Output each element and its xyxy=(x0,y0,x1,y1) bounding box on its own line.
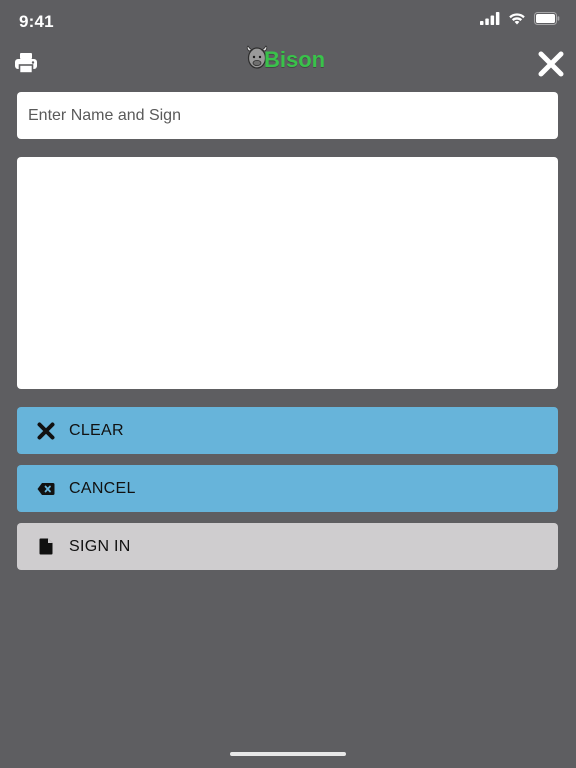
status-icons xyxy=(480,12,560,25)
cancel-label: CANCEL xyxy=(69,479,136,497)
clear-label: CLEAR xyxy=(69,421,124,439)
sign-in-button[interactable]: SIGN IN xyxy=(17,523,558,570)
signal-icon xyxy=(480,12,500,25)
top-bar: Bison xyxy=(0,44,576,84)
close-button[interactable] xyxy=(538,51,564,77)
wifi-icon xyxy=(508,12,526,25)
close-icon xyxy=(538,51,564,81)
status-time: 9:41 xyxy=(19,12,54,31)
signature-pad[interactable] xyxy=(17,157,558,389)
name-input[interactable] xyxy=(17,92,558,139)
status-bar: 9:41 xyxy=(0,0,576,44)
x-icon xyxy=(37,422,55,440)
print-icon xyxy=(14,53,38,79)
sign-in-label: SIGN IN xyxy=(69,537,131,555)
file-icon xyxy=(37,538,55,556)
print-button[interactable] xyxy=(14,51,38,75)
clear-button[interactable]: CLEAR xyxy=(17,407,558,454)
logo-text: Bison xyxy=(264,47,326,72)
cancel-button[interactable]: CANCEL xyxy=(17,465,558,512)
bison-logo: Bison xyxy=(246,44,325,76)
backspace-icon xyxy=(37,480,55,498)
battery-icon xyxy=(534,12,560,25)
home-indicator[interactable] xyxy=(230,752,346,756)
